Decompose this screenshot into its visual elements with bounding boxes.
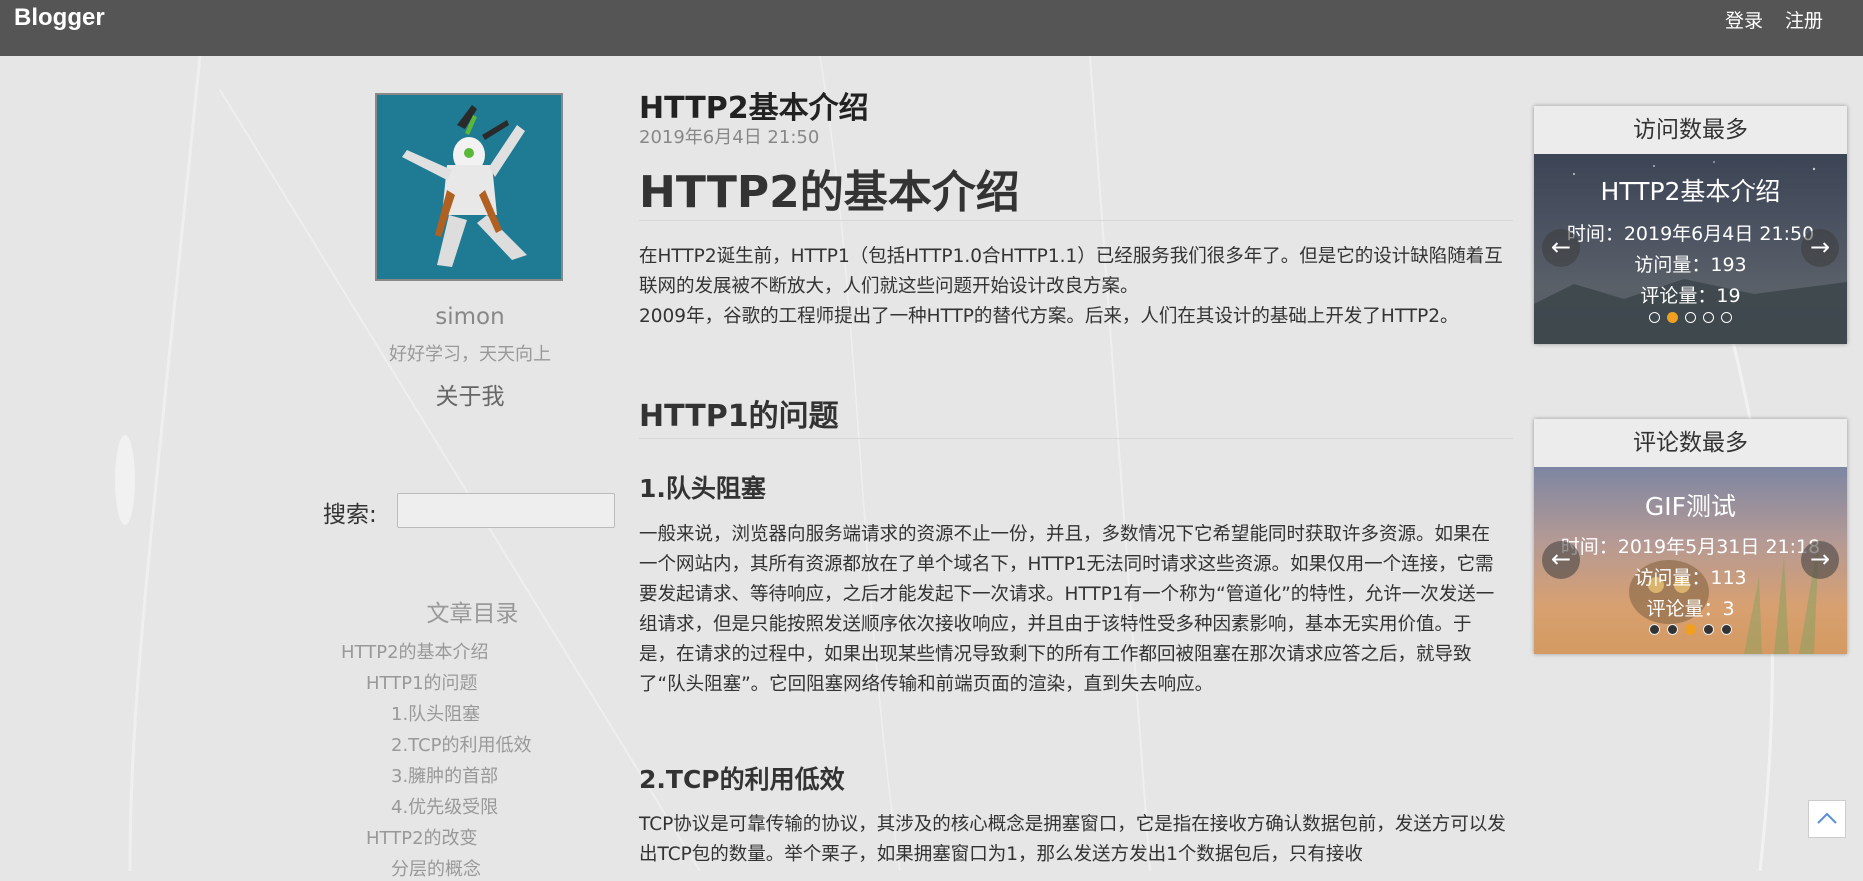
profile-motto: 好好学习，天天向上 [389, 344, 551, 365]
brand-logo[interactable]: Blogger [14, 4, 105, 32]
navbar: Blogger 登录 注册 [0, 0, 1863, 56]
article-heading-1: HTTP2的基本介绍 [639, 167, 1020, 218]
avatar-image [377, 95, 561, 279]
arrow-left-icon: ← [1550, 233, 1572, 261]
post-date: 2019年6月4日 21:50 [639, 127, 820, 148]
carousel-indicators [1534, 312, 1847, 323]
carousel-slide[interactable]: GIF测试 时间：2019年5月31日 21:18 访问量：113 评论量：3 … [1534, 467, 1847, 654]
carousel-indicators [1534, 624, 1847, 635]
widget-title: 评论数最多 [1534, 419, 1847, 467]
arrow-right-icon: → [1809, 233, 1831, 261]
avatar [375, 93, 563, 281]
article-paragraph: 一般来说，浏览器向服务端请求的资源不止一份，并且，多数情况下它希望能同时获取许多… [639, 524, 1495, 695]
article-heading-2: HTTP1的问题 [639, 399, 839, 434]
toc-item-bloated-headers[interactable]: 3.臃肿的首部 [391, 762, 498, 788]
slide-comments: 评论量：19 [1640, 285, 1741, 307]
carousel-prev-button[interactable]: ← [1542, 229, 1580, 267]
post-title[interactable]: HTTP2基本介绍 [639, 83, 869, 127]
carousel-dot[interactable] [1649, 624, 1660, 635]
slide-visits: 访问量：113 [1634, 567, 1747, 589]
carousel-dot[interactable] [1703, 624, 1714, 635]
most-commented-widget: 评论数最多 GIF测试 时间：2019年5月31日 21:18 访问量：113 … [1534, 419, 1847, 654]
carousel-next-button[interactable]: → [1801, 229, 1839, 267]
toc-title: 文章目录 [426, 601, 519, 627]
toc-item-head-blocking[interactable]: 1.队头阻塞 [391, 700, 480, 726]
carousel-dot[interactable] [1721, 624, 1732, 635]
login-link[interactable]: 登录 [1725, 6, 1763, 33]
chevron-up-icon [1817, 812, 1837, 824]
carousel-slide[interactable]: HTTP2基本介绍 时间：2019年6月4日 21:50 访问量：193 评论量… [1534, 154, 1847, 344]
divider [639, 220, 1513, 221]
carousel-dot[interactable] [1649, 312, 1660, 323]
arrow-left-icon: ← [1550, 545, 1572, 573]
back-to-top-button[interactable] [1808, 800, 1846, 838]
search-input[interactable] [397, 493, 615, 528]
toc-item-http2-changes[interactable]: HTTP2的改变 [366, 824, 478, 850]
slide-comments: 评论量：3 [1646, 598, 1735, 620]
carousel-dot[interactable] [1685, 624, 1696, 635]
toc-item-tcp-inefficiency[interactable]: 2.TCP的利用低效 [391, 731, 532, 757]
slide-visits: 访问量：193 [1634, 254, 1747, 276]
slide-title[interactable]: HTTP2基本介绍 [1534, 172, 1847, 208]
carousel-dot[interactable] [1703, 312, 1714, 323]
carousel-next-button[interactable]: → [1801, 541, 1839, 579]
article-paragraph: 在HTTP2诞生前，HTTP1（包括HTTP1.0合HTTP1.1）已经服务我们… [639, 246, 1503, 297]
divider [639, 438, 1513, 439]
article-paragraph: TCP协议是可靠传输的协议，其涉及的核心概念是拥塞窗口，它是指在接收方确认数据包… [639, 814, 1506, 865]
widget-title: 访问数最多 [1534, 106, 1847, 154]
search-label: 搜索: [323, 502, 377, 528]
article-heading-3: 1.队头阻塞 [639, 474, 766, 503]
about-me-link[interactable]: 关于我 [375, 377, 565, 411]
carousel-dot[interactable] [1667, 624, 1678, 635]
register-link[interactable]: 注册 [1785, 6, 1823, 33]
toc-item-layers[interactable]: 分层的概念 [391, 855, 481, 881]
slide-time: 时间：2019年5月31日 21:18 [1560, 536, 1821, 558]
profile-username: simon [435, 304, 505, 330]
slide-title[interactable]: GIF测试 [1534, 487, 1847, 523]
carousel-dot[interactable] [1721, 312, 1732, 323]
slide-time: 时间：2019年6月4日 21:50 [1566, 223, 1815, 245]
toc-item-http1-problems[interactable]: HTTP1的问题 [366, 669, 478, 695]
nav-actions: 登录 注册 [1725, 6, 1823, 33]
carousel-dot[interactable] [1685, 312, 1696, 323]
toc-item-http2-intro[interactable]: HTTP2的基本介绍 [341, 638, 489, 664]
carousel-dot[interactable] [1667, 312, 1678, 323]
arrow-right-icon: → [1809, 545, 1831, 573]
article-heading-3: 2.TCP的利用低效 [639, 765, 845, 794]
carousel-prev-button[interactable]: ← [1542, 541, 1580, 579]
most-visited-widget: 访问数最多 HTTP2基本介绍 时间：2019年6月4日 21:50 访问量：1… [1534, 106, 1847, 344]
article-paragraph: 2009年，谷歌的工程师提出了一种HTTP的替代方案。后来，人们在其设计的基础上… [639, 306, 1459, 327]
toc-item-priority-limited[interactable]: 4.优先级受限 [391, 793, 498, 819]
